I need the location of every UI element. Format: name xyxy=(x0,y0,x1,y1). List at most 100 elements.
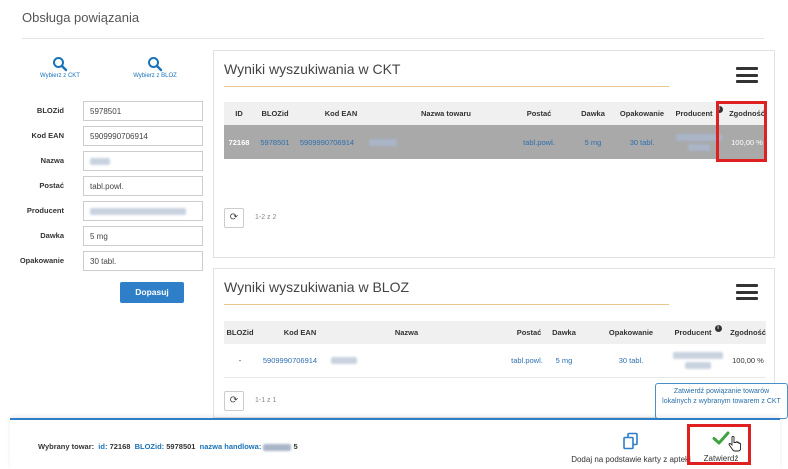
col-dawka: Dawka xyxy=(581,109,605,118)
cell-zgodnosc: 100,00 % xyxy=(732,356,764,365)
producent-field[interactable] xyxy=(83,201,203,221)
redacted-text xyxy=(90,208,186,216)
ckt-menu-icon[interactable] xyxy=(736,67,758,83)
cell-nazwa xyxy=(322,344,366,377)
cell-postac[interactable]: tabl.powl. xyxy=(506,125,572,159)
blozid-field[interactable]: 5978501 xyxy=(83,101,203,121)
cell-producent xyxy=(666,344,730,377)
search-ckt-button[interactable]: Wybierz z CKT xyxy=(25,56,95,79)
ckt-table-header: ID BLOZid Kod EAN Nazwa towaru Postać Da… xyxy=(224,102,766,125)
redacted-text xyxy=(331,357,357,364)
info-icon[interactable]: i xyxy=(714,325,722,332)
cell-opakowanie[interactable]: 30 tabl. xyxy=(614,125,670,159)
bloz-panel-title: Wyniki wyszukiwania w BLOZ xyxy=(224,279,410,295)
bloz-table-row[interactable]: - 5909990706914 tabl.powl. 5 mg 30 tabl.… xyxy=(224,344,766,378)
cell-opakowanie[interactable]: 30 tabl. xyxy=(598,344,664,377)
selected-product-footer: Wybrany towar: id: 72168 BLOZid: 5978501… xyxy=(10,418,780,469)
col-zgodnosc: Zgodność xyxy=(730,328,766,337)
name-key: nazwa handlowa: xyxy=(199,442,262,451)
add-from-pharmacy-button[interactable]: Dodaj na podstawie karty z apteki xyxy=(566,432,696,464)
redacted-text xyxy=(673,352,723,359)
form-row-opakowanie: Opakowanie 30 tabl. xyxy=(14,251,203,271)
bloz-menu-icon[interactable] xyxy=(736,284,758,300)
col-nazwa: Nazwa towaru xyxy=(420,109,471,118)
col-blozid: BLOZid xyxy=(261,109,289,118)
refresh-icon: ⟳ xyxy=(229,212,239,223)
redacted-text xyxy=(685,362,711,369)
cell-dawka[interactable]: 5 mg xyxy=(572,125,614,159)
form-row-postac: Postać tabl.powl. xyxy=(14,176,203,196)
bloz-refresh-button[interactable]: ⟳ xyxy=(224,391,244,411)
selected-label: Wybrany towar: xyxy=(38,442,95,451)
cell-ean[interactable]: 5909990706914 xyxy=(256,344,324,377)
postac-field[interactable]: tabl.powl. xyxy=(83,176,203,196)
bloz-table: BLOZid Kod EAN Nazwa Postać Dawka Opakow… xyxy=(224,321,766,378)
id-value: 72168 xyxy=(109,442,131,451)
dopasuj-button[interactable]: Dopasuj xyxy=(120,282,184,303)
bloz-title-underline xyxy=(224,304,669,305)
ean-field[interactable]: 5909990706914 xyxy=(83,126,203,146)
ckt-refresh-button[interactable]: ⟳ xyxy=(224,208,244,228)
col-id: ID xyxy=(235,109,243,118)
redacted-text xyxy=(369,138,397,146)
cell-blozid: - xyxy=(238,356,242,365)
ckt-pager: 1-2 z 2 xyxy=(255,214,277,221)
dawka-field[interactable]: 5 mg xyxy=(83,226,203,246)
ckt-results-panel: Wyniki wyszukiwania w CKT ID BLOZid Kod … xyxy=(213,50,775,258)
bloz-value: 5978501 xyxy=(166,442,196,451)
col-dawka: Dawka xyxy=(552,328,576,337)
producent-label: Producent xyxy=(26,206,64,215)
name-suffix: 5 xyxy=(293,442,298,451)
col-producent-label: Producent xyxy=(674,328,712,337)
col-ean: Kod EAN xyxy=(324,109,358,118)
page-title: Obsługa powiązania xyxy=(22,10,140,25)
ean-label: Kod EAN xyxy=(31,131,65,140)
form-row-nazwa: Nazwa xyxy=(14,151,203,171)
search-bloz-label: Wybierz z BLOZ xyxy=(133,73,177,79)
refresh-icon: ⟳ xyxy=(229,395,239,406)
add-from-pharmacy-label: Dodaj na podstawie karty z apteki xyxy=(571,455,691,464)
cell-id: 72168 xyxy=(228,137,250,147)
copy-icon xyxy=(566,432,696,450)
ckt-table: ID BLOZid Kod EAN Nazwa towaru Postać Da… xyxy=(224,102,766,162)
cell-dawka[interactable]: 5 mg xyxy=(542,344,586,377)
redacted-text xyxy=(688,143,710,151)
title-divider xyxy=(22,38,764,39)
col-opakowanie: Opakowanie xyxy=(619,109,665,118)
search-ckt-label: Wybierz z CKT xyxy=(40,73,80,79)
postac-label: Postać xyxy=(39,181,64,190)
cell-ean[interactable]: 5909990706914 xyxy=(296,125,358,159)
bloz-table-header: BLOZid Kod EAN Nazwa Postać Dawka Opakow… xyxy=(224,321,766,344)
cell-nazwa xyxy=(358,125,408,159)
bloz-key: BLOZid: xyxy=(134,442,165,451)
hand-cursor-icon xyxy=(728,435,742,454)
col-blozid: BLOZid xyxy=(226,328,254,337)
zgodnosc-highlight xyxy=(716,101,767,162)
col-opakowanie: Opakowanie xyxy=(608,328,654,337)
search-icon xyxy=(25,56,95,72)
selected-product-info: Wybrany towar: id: 72168 BLOZid: 5978501… xyxy=(38,442,298,451)
ckt-title-underline xyxy=(224,86,669,87)
search-icon xyxy=(120,56,190,72)
dawka-label: Dawka xyxy=(40,231,64,240)
form-row-producent: Producent xyxy=(14,201,203,221)
blozid-label: BLOZid xyxy=(36,106,64,115)
opakowanie-label: Opakowanie xyxy=(19,256,64,265)
form-row-blozid: BLOZid 5978501 xyxy=(14,101,203,121)
form-row-ean: Kod EAN 5909990706914 xyxy=(14,126,203,146)
col-nazwa: Nazwa xyxy=(394,328,419,337)
ckt-table-row[interactable]: 72168 5978501 5909990706914 tabl.powl. 5… xyxy=(224,125,766,159)
redacted-text xyxy=(90,158,110,166)
opakowanie-field[interactable]: 30 tabl. xyxy=(83,251,203,271)
confirm-tooltip: Zatwierdź powiązanie towarów lokalnych z… xyxy=(655,383,788,419)
col-ean: Kod EAN xyxy=(283,328,317,337)
nazwa-label: Nazwa xyxy=(40,156,64,165)
bloz-pager: 1-1 z 1 xyxy=(255,397,277,404)
col-producent-label: Producent xyxy=(675,109,713,118)
nazwa-field[interactable] xyxy=(83,151,203,171)
ckt-panel-title: Wyniki wyszukiwania w CKT xyxy=(224,61,401,77)
search-bloz-button[interactable]: Wybierz z BLOZ xyxy=(120,56,190,79)
col-producent: Producent i xyxy=(666,321,730,344)
col-postac: Postać xyxy=(526,109,552,118)
cell-blozid[interactable]: 5978501 xyxy=(254,125,296,159)
